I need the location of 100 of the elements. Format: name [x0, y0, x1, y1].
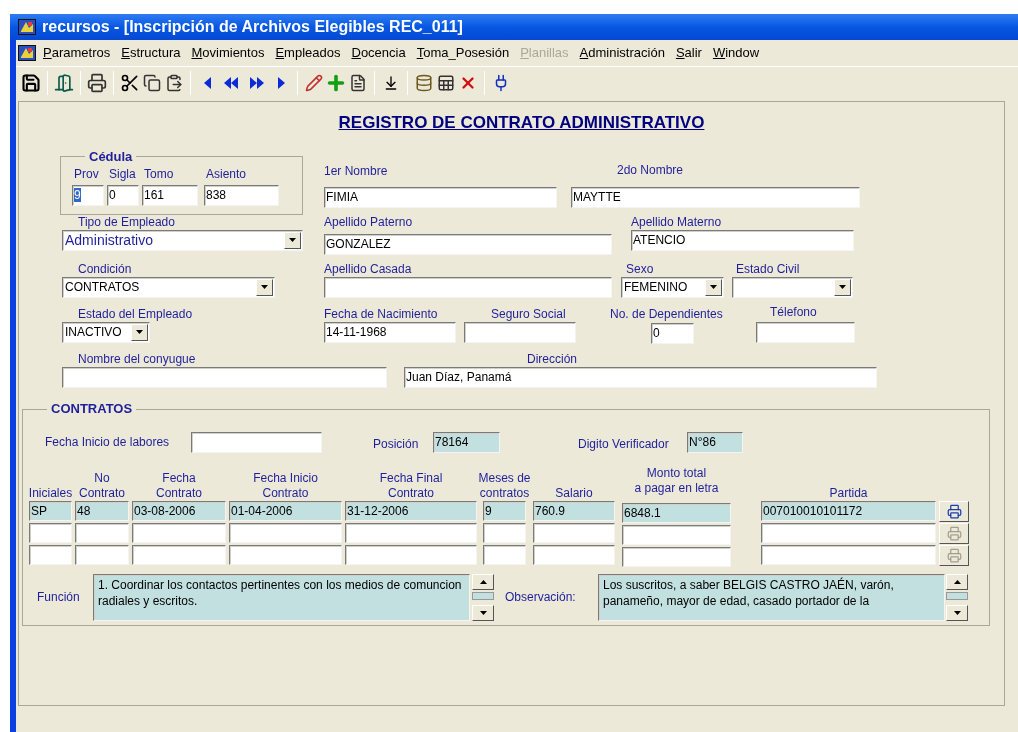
double-caret-left-icon[interactable]	[223, 75, 239, 90]
table-cell[interactable]	[622, 546, 731, 567]
menu-item[interactable]: Administración	[579, 43, 665, 63]
table-cell[interactable]	[75, 522, 129, 543]
dropdown-arrow-button[interactable]	[256, 278, 273, 296]
field-label: Digito Verificador	[578, 436, 670, 452]
field-label: Apellido Paterno	[324, 214, 414, 230]
table-cell[interactable]: 9	[483, 500, 526, 521]
dropdown[interactable]	[732, 276, 853, 298]
dropdown[interactable]: INACTIVO	[62, 321, 150, 343]
door-icon[interactable]	[53, 71, 75, 94]
table-cell[interactable]	[229, 522, 342, 543]
column-header: Fecha Inicio Contrato	[253, 470, 318, 501]
text-field[interactable]: 14-11-1968	[324, 321, 456, 343]
text-field[interactable]	[756, 321, 855, 343]
table-cell[interactable]: 6848.1	[622, 502, 731, 523]
app-icon	[18, 19, 36, 35]
table-cell[interactable]	[29, 544, 72, 565]
printer-icon[interactable]	[86, 71, 108, 94]
table-cell[interactable]	[533, 544, 615, 565]
table-cell[interactable]: 760.9	[533, 500, 615, 521]
table-cell[interactable]	[345, 522, 477, 543]
field-label: Estado del Empleado	[77, 306, 193, 322]
dropdown[interactable]: CONTRATOS	[62, 276, 275, 298]
menu-item[interactable]: Empleados	[275, 43, 341, 63]
table-cell[interactable]	[761, 544, 936, 565]
scroll-down-button[interactable]	[946, 604, 968, 621]
scroll-up-button[interactable]	[472, 573, 494, 590]
dropdown-arrow-button[interactable]	[834, 278, 851, 296]
field-label: Asiento	[205, 166, 248, 182]
field-label: Observación:	[505, 589, 577, 605]
text-field[interactable]: 78164	[433, 431, 500, 453]
table-cell[interactable]: 31-12-2006	[345, 500, 477, 521]
caret-right-icon[interactable]	[276, 75, 286, 90]
text-field[interactable]: 9	[72, 184, 104, 206]
text-field[interactable]	[191, 431, 322, 453]
table-cell[interactable]	[483, 522, 526, 543]
text-field[interactable]: MAYTTE	[571, 186, 860, 208]
field-label: Télefono	[769, 304, 818, 320]
field-label: No. de Dependientes	[610, 306, 724, 322]
text-area[interactable]: 1. Coordinar los contactos pertinentes con los medios de comuncion radiales y escritos.	[93, 573, 470, 621]
text-field[interactable]: 838	[204, 184, 279, 206]
dropdown[interactable]: Administrativo	[62, 229, 303, 251]
text-field[interactable]: GONZALEZ	[324, 233, 612, 255]
menu-item[interactable]: Movimientos	[191, 43, 265, 63]
dropdown-arrow-button[interactable]	[131, 323, 148, 341]
table-cell[interactable]	[483, 544, 526, 565]
text-area[interactable]: Los suscritos, a saber BELGIS CASTRO JAÉN, varón, panameño, mayor de edad, casado portador de la	[598, 573, 945, 621]
text-field[interactable]: 161	[142, 184, 198, 206]
menu-item[interactable]: Window	[712, 43, 760, 63]
save-icon[interactable]	[20, 71, 42, 94]
column-header: Fecha Final Contrato	[379, 470, 443, 501]
dropdown-arrow-button[interactable]	[284, 231, 301, 249]
text-field[interactable]: 0	[651, 322, 694, 344]
print-button[interactable]	[939, 544, 969, 566]
table-cell[interactable]	[132, 522, 226, 543]
print-button[interactable]	[939, 500, 969, 522]
double-caret-right-icon[interactable]	[249, 75, 265, 90]
scroll-down-button[interactable]	[472, 604, 494, 621]
field-label: Condición	[77, 261, 133, 277]
scrollbar[interactable]	[472, 573, 494, 621]
table-cell[interactable]	[345, 544, 477, 565]
caret-up-icon	[479, 579, 487, 584]
table-cell[interactable]	[533, 522, 615, 543]
field-label: Fecha Inicio de labores	[45, 434, 171, 450]
menu-item[interactable]: Estructura	[121, 43, 181, 63]
text-field[interactable]: FIMIA	[324, 186, 557, 208]
scroll-thumb[interactable]	[946, 591, 968, 600]
menu-item[interactable]: Parametros	[43, 43, 111, 63]
print-button[interactable]	[939, 522, 969, 544]
table-cell[interactable]: 48	[75, 500, 129, 521]
text-field[interactable]: 0	[107, 184, 139, 206]
dropdown-arrow-button[interactable]	[705, 278, 722, 296]
dropdown[interactable]: FEMENINO	[621, 276, 724, 298]
menu-item[interactable]: Docencia	[351, 43, 406, 63]
menu-item[interactable]: Salir	[675, 43, 702, 63]
table-cell[interactable]: 01-04-2006	[229, 500, 342, 521]
menu-item[interactable]: Toma_Posesión	[416, 43, 510, 63]
table-cell[interactable]	[622, 524, 731, 545]
field-label: Nombre del conyugue	[77, 351, 197, 367]
table-cell[interactable]: 007010010101172	[761, 500, 936, 521]
scroll-up-button[interactable]	[946, 573, 968, 590]
scroll-thumb[interactable]	[472, 591, 494, 600]
text-field[interactable]: ATENCIO	[631, 229, 854, 251]
text-field[interactable]: N°86	[687, 431, 743, 453]
text-field[interactable]	[62, 366, 387, 388]
table-cell[interactable]	[229, 544, 342, 565]
caret-left-icon[interactable]	[202, 75, 212, 90]
table-cell[interactable]: 03-08-2006	[132, 500, 226, 521]
table-cell[interactable]	[132, 544, 226, 565]
table-cell[interactable]	[75, 544, 129, 565]
scrollbar[interactable]	[946, 573, 968, 621]
text-field[interactable]	[324, 276, 612, 298]
text-field[interactable]	[464, 321, 576, 343]
table-cell[interactable]	[29, 522, 72, 543]
table-cell[interactable]: SP	[29, 500, 72, 521]
text-field[interactable]: Juan Díaz, Panamá	[404, 366, 877, 388]
column-header: Salario	[555, 485, 593, 501]
column-header: Fecha Contrato	[156, 470, 202, 501]
table-cell[interactable]	[761, 522, 936, 543]
